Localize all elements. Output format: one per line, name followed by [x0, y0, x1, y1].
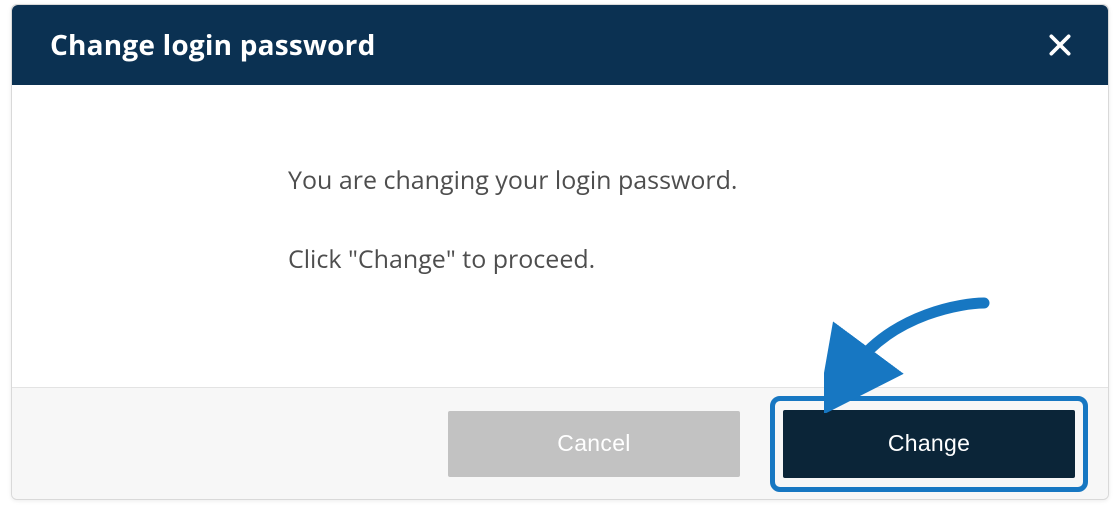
change-button-highlight: Change — [770, 396, 1088, 492]
dialog-header: Change login password — [12, 5, 1108, 85]
dialog-title: Change login password — [50, 26, 376, 64]
dialog-footer: Cancel Change — [12, 387, 1108, 499]
cancel-button[interactable]: Cancel — [448, 411, 740, 477]
change-password-dialog: Change login password You are changing y… — [11, 4, 1109, 500]
close-button[interactable] — [1040, 25, 1080, 65]
dialog-body: You are changing your login password. Cl… — [12, 85, 1108, 387]
body-text-line2: Click "Change" to proceed. — [288, 242, 1108, 277]
change-button[interactable]: Change — [783, 410, 1075, 478]
close-icon — [1047, 32, 1073, 58]
body-text-line1: You are changing your login password. — [288, 163, 1108, 198]
